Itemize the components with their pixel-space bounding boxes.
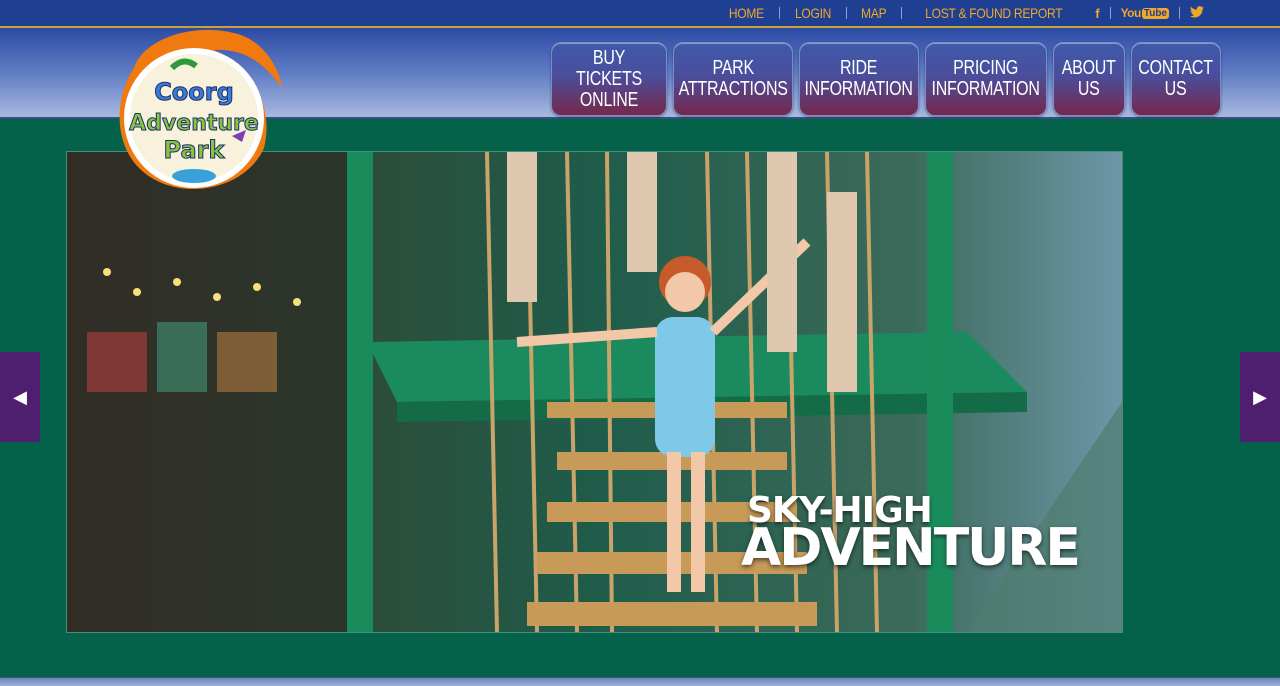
- nav-label: PARK ATTRACTIONS: [678, 57, 788, 100]
- slide-caption-line2: ADVENTURE: [741, 518, 1081, 578]
- nav-buy-tickets-online[interactable]: BUY TICKETS ONLINE: [551, 42, 667, 116]
- logo-line2: Adventure: [129, 111, 259, 136]
- youtube-you-text: You: [1120, 6, 1142, 20]
- nav-label: ABOUT US: [1062, 57, 1116, 100]
- arrow-left-icon: ◀: [13, 386, 27, 407]
- logo-line3: Park: [164, 136, 226, 164]
- nav-label: PRICING INFORMATION: [931, 57, 1041, 100]
- hero-slide[interactable]: SKY-HIGH ADVENTURE: [66, 151, 1123, 633]
- twitter-icon[interactable]: [1180, 5, 1214, 21]
- slider-prev-button[interactable]: ◀: [0, 352, 40, 442]
- nav-label: BUY TICKETS ONLINE: [576, 46, 642, 111]
- top-utility-bar: HOME LOGIN MAP LOST & FOUND REPORT f You…: [0, 0, 1280, 28]
- map-link[interactable]: MAP: [851, 5, 897, 21]
- youtube-icon[interactable]: You Tube: [1111, 6, 1179, 20]
- facebook-icon[interactable]: f: [1085, 6, 1109, 21]
- nav-label: RIDE INFORMATION: [804, 57, 914, 100]
- nav-ride-information[interactable]: RIDE INFORMATION: [799, 42, 919, 116]
- top-links: HOME LOGIN MAP LOST & FOUND REPORT f You…: [714, 0, 1214, 26]
- lost-found-report-link[interactable]: LOST & FOUND REPORT: [915, 5, 1073, 21]
- divider: [779, 7, 781, 19]
- nav-about-us[interactable]: ABOUT US: [1053, 42, 1125, 116]
- park-logo[interactable]: Coorg Adventure Park: [114, 28, 286, 198]
- divider: [846, 7, 848, 19]
- youtube-tube-text: Tube: [1141, 7, 1169, 19]
- nav-pricing-information[interactable]: PRICING INFORMATION: [925, 42, 1047, 116]
- home-link[interactable]: HOME: [719, 5, 775, 21]
- slider-next-button[interactable]: ▶: [1240, 352, 1280, 442]
- nav-label: CONTACT US: [1138, 57, 1214, 100]
- login-link[interactable]: LOGIN: [785, 5, 842, 21]
- footer-strip: [0, 677, 1280, 686]
- logo-line1: Coorg: [154, 78, 234, 106]
- main-nav: BUY TICKETS ONLINE PARK ATTRACTIONS RIDE…: [551, 42, 1221, 116]
- nav-park-attractions[interactable]: PARK ATTRACTIONS: [673, 42, 793, 116]
- arrow-right-icon: ▶: [1253, 386, 1267, 407]
- nav-contact-us[interactable]: CONTACT US: [1131, 42, 1221, 116]
- divider: [900, 7, 902, 19]
